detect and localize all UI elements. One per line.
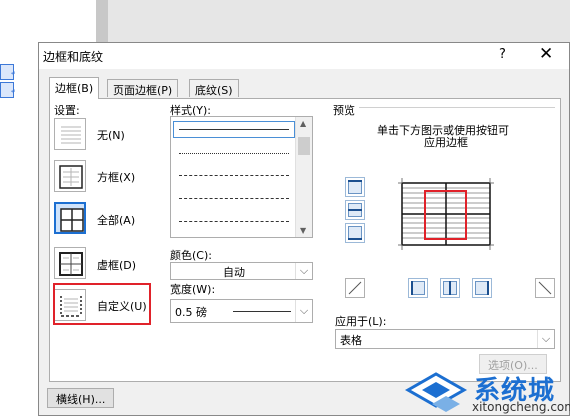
apply-to-label: 应用于(L): (335, 315, 387, 328)
tab-page-border[interactable]: 页面边框(P) (107, 79, 179, 97)
width-label: 宽度(W): (170, 283, 216, 296)
border-bottom-button-icon[interactable] (345, 223, 365, 243)
style-solid[interactable] (179, 129, 289, 130)
color-label: 颜色(C): (170, 249, 212, 262)
preview-hint-line2: 应用边框 (424, 136, 468, 149)
document-table-fragment: ↵ ↵ (0, 64, 16, 104)
border-top-button-icon[interactable] (345, 177, 365, 197)
tab-borders[interactable]: 边框(B) (49, 77, 100, 99)
site-watermark: 系统城 xitongcheng.com (402, 360, 570, 416)
apply-to-value: 表格 (340, 334, 362, 347)
custom-highlight-box (53, 283, 151, 325)
width-sample-line (233, 311, 291, 312)
dialog-title: 边框和底纹 (43, 50, 104, 64)
help-button[interactable]: ? (499, 47, 506, 62)
style-dotted[interactable] (179, 153, 289, 154)
setting-none-icon[interactable] (54, 118, 86, 150)
style-dashed-small[interactable] (179, 175, 289, 176)
scroll-up-icon[interactable]: ▲ (300, 119, 306, 128)
width-value: 0.5 磅 (175, 306, 207, 319)
width-dropdown-chevron-icon[interactable]: ⌵ (295, 300, 312, 322)
horizontal-line-button[interactable]: 横线(H)... (47, 388, 115, 408)
watermark-url: xitongcheng.com (472, 400, 570, 414)
setting-all-label[interactable]: 全部(A) (97, 212, 135, 228)
setting-all-icon[interactable] (54, 202, 86, 234)
style-listbox[interactable]: ▲ ▼ (170, 116, 313, 238)
style-dash-dot[interactable] (179, 221, 289, 222)
title-bar: 边框和底纹 ? ✕ (39, 43, 569, 69)
apply-to-combo[interactable]: 表格 ⌵ (335, 329, 555, 349)
preview-label: 预览 (333, 104, 355, 117)
border-left-button-icon[interactable] (408, 278, 428, 298)
width-combo[interactable]: 0.5 磅 ⌵ (170, 299, 313, 323)
border-inside-vertical-button-icon[interactable] (440, 278, 460, 298)
setting-box-icon[interactable] (54, 160, 86, 192)
setting-box-label[interactable]: 方框(X) (97, 169, 135, 185)
diagonal-down-button-icon[interactable] (345, 278, 365, 298)
settings-label: 设置: (54, 104, 80, 117)
diagonal-up-button-icon[interactable] (535, 278, 555, 298)
setting-grid-icon[interactable] (54, 247, 86, 279)
color-combo[interactable]: 自动 ⌵ (170, 262, 313, 280)
preview-divider (359, 107, 555, 108)
scroll-thumb[interactable] (298, 137, 310, 155)
color-value: 自动 (223, 266, 245, 279)
scroll-down-icon[interactable]: ▼ (300, 226, 306, 235)
tab-shading[interactable]: 底纹(S) (189, 79, 239, 97)
apply-to-chevron-icon[interactable]: ⌵ (537, 330, 554, 348)
preview-diagram[interactable] (396, 178, 496, 250)
setting-grid-label[interactable]: 虚框(D) (97, 257, 136, 273)
close-button[interactable]: ✕ (539, 44, 553, 64)
setting-none-label[interactable]: 无(N) (97, 127, 125, 143)
border-right-button-icon[interactable] (472, 278, 492, 298)
watermark-logo-icon (404, 372, 468, 412)
style-scrollbar[interactable]: ▲ ▼ (295, 117, 312, 237)
color-dropdown-chevron-icon[interactable]: ⌵ (295, 263, 312, 279)
border-inside-horizontal-button-icon[interactable] (345, 200, 365, 220)
style-dashed-large[interactable] (179, 198, 289, 199)
